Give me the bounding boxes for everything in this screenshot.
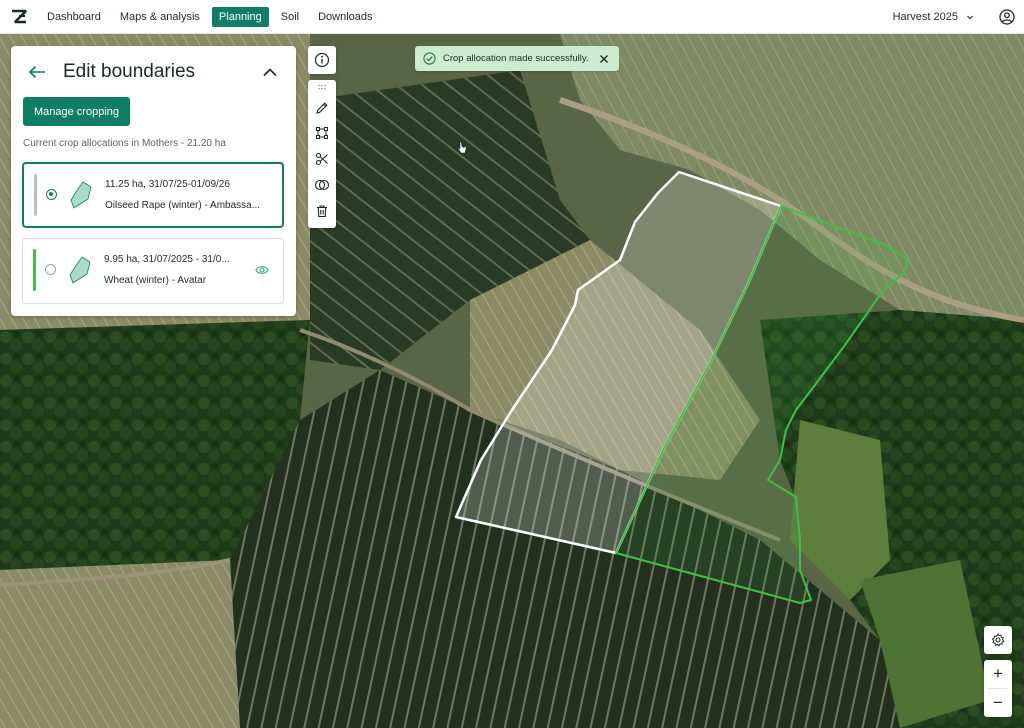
success-toast: Crop allocation made successfully. (415, 46, 619, 71)
draw-tool-button[interactable] (313, 99, 331, 117)
crop-radio-selected[interactable] (46, 189, 57, 200)
chevron-down-icon (966, 13, 974, 21)
topbar-right: Harvest 2025 (893, 8, 1024, 26)
overlap-icon (314, 179, 330, 191)
field-shape-icon (70, 181, 92, 209)
toast-message: Crop allocation made successfully. (443, 53, 589, 64)
edit-toolbar (308, 80, 336, 228)
crop-name: Oilseed Rape (winter) - Ambassa... (105, 200, 261, 211)
merge-tool-button[interactable] (313, 176, 331, 194)
toast-close-button[interactable] (599, 54, 609, 64)
top-navigation: Dashboard Maps & analysis Planning Soil … (0, 0, 1024, 34)
gear-icon (991, 633, 1005, 647)
season-label: Harvest 2025 (892, 10, 958, 23)
collapse-panel-button[interactable] (260, 62, 280, 82)
drag-handle-icon[interactable] (317, 84, 327, 90)
season-selector[interactable]: Harvest 2025 (893, 11, 974, 23)
back-button[interactable] (25, 60, 49, 84)
edit-boundaries-panel: Edit boundaries Manage cropping Current … (11, 46, 296, 316)
main-nav: Dashboard Maps & analysis Planning Soil … (40, 6, 385, 27)
crop-allocation-card[interactable]: 9.95 ha, 31/07/2025 - 31/0... Wheat (win… (22, 238, 284, 304)
field-shape-icon (69, 256, 91, 284)
user-icon (999, 8, 1015, 25)
close-icon (599, 54, 608, 63)
crop-name: Wheat (winter) - Avatar (104, 275, 207, 286)
pencil-icon (316, 102, 328, 114)
scissors-icon (315, 152, 328, 166)
manage-cropping-button[interactable]: Manage cropping (23, 97, 131, 126)
vertices-icon (316, 127, 328, 139)
crop-area-dates: 11.25 ha, 31/07/25-01/09/26 (105, 179, 230, 190)
crop-color-bar (33, 249, 36, 291)
panel-title: Edit boundaries (63, 61, 196, 82)
check-circle-icon (423, 52, 436, 65)
nav-maps-analysis[interactable]: Maps & analysis (113, 7, 207, 27)
map-settings-button[interactable] (984, 626, 1012, 654)
crop-allocation-card[interactable]: 11.25 ha, 31/07/25-01/09/26 Oilseed Rape… (22, 162, 284, 228)
split-tool-button[interactable] (313, 150, 331, 168)
app-logo[interactable] (2, 0, 36, 34)
field-south-west (0, 560, 240, 728)
nav-downloads[interactable]: Downloads (311, 7, 379, 27)
arrow-left-icon (28, 65, 45, 79)
allocation-caption: Current crop allocations in Mothers - 21… (23, 138, 226, 149)
edit-vertices-button[interactable] (313, 124, 331, 142)
panel-header: Edit boundaries (11, 46, 296, 98)
crop-area-dates: 9.95 ha, 31/07/2025 - 31/0... (104, 254, 230, 265)
pointer-cursor-icon (457, 141, 467, 154)
zoom-controls: + − (984, 660, 1012, 717)
zoom-in-button[interactable]: + (984, 660, 1012, 688)
delete-tool-button[interactable] (313, 202, 331, 220)
logo-icon (12, 9, 27, 23)
info-button[interactable] (308, 46, 336, 74)
zoom-out-button[interactable]: − (984, 689, 1012, 717)
info-icon (314, 52, 330, 68)
crop-color-bar (34, 174, 37, 216)
eye-icon[interactable] (255, 264, 269, 276)
nav-dashboard[interactable]: Dashboard (40, 7, 108, 27)
user-account-button[interactable] (998, 8, 1016, 26)
nav-soil[interactable]: Soil (274, 7, 306, 27)
chevron-up-icon (263, 68, 277, 77)
nav-planning[interactable]: Planning (211, 6, 269, 27)
crop-radio[interactable] (45, 264, 56, 275)
trash-icon (317, 205, 327, 218)
